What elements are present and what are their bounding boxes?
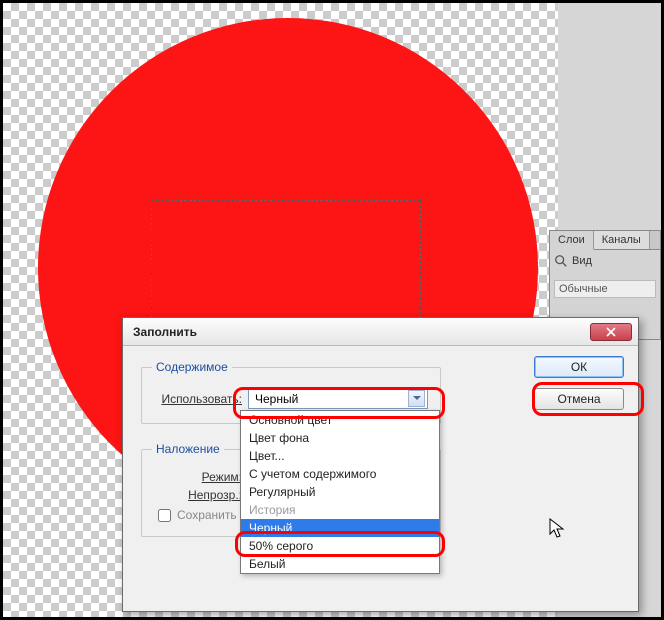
content-legend: Содержимое (152, 360, 232, 374)
cancel-button[interactable]: Отмена (534, 388, 624, 410)
ok-button[interactable]: ОК (534, 356, 624, 378)
close-icon (606, 327, 616, 337)
blend-mode-select[interactable]: Обычные (554, 280, 656, 298)
use-combobox[interactable]: Черный (248, 388, 428, 409)
chevron-down-icon[interactable] (408, 390, 425, 407)
dropdown-option[interactable]: Основной цвет (241, 411, 439, 429)
mode-label: Режим: (152, 470, 242, 484)
preserve-checkbox-input[interactable] (158, 509, 171, 522)
filter-kind-label[interactable]: Вид (572, 255, 592, 267)
dropdown-option[interactable]: Белый (241, 555, 439, 573)
tab-channels[interactable]: Каналы (594, 231, 650, 249)
opacity-label: Непрозр.: (152, 488, 242, 502)
dropdown-option[interactable]: С учетом содержимого (241, 465, 439, 483)
dialog-titlebar[interactable]: Заполнить (123, 318, 638, 346)
dropdown-option[interactable]: Черный (241, 519, 439, 537)
use-dropdown-list[interactable]: Основной цветЦвет фонаЦвет...С учетом со… (240, 410, 440, 574)
use-combobox-value: Черный (255, 392, 298, 406)
dropdown-option[interactable]: Цвет... (241, 447, 439, 465)
preserve-checkbox-label: Сохранить п (177, 508, 246, 522)
search-icon (554, 254, 568, 268)
close-button[interactable] (590, 323, 632, 341)
dropdown-option[interactable]: Цвет фона (241, 429, 439, 447)
dialog-title: Заполнить (133, 325, 197, 339)
blend-legend: Наложение (152, 442, 224, 456)
cursor-icon (549, 518, 565, 540)
dropdown-option[interactable]: Регулярный (241, 483, 439, 501)
use-label: Использовать: (152, 392, 242, 406)
tab-layers[interactable]: Слои (550, 231, 594, 250)
dropdown-option: История (241, 501, 439, 519)
dropdown-option[interactable]: 50% серого (241, 537, 439, 555)
